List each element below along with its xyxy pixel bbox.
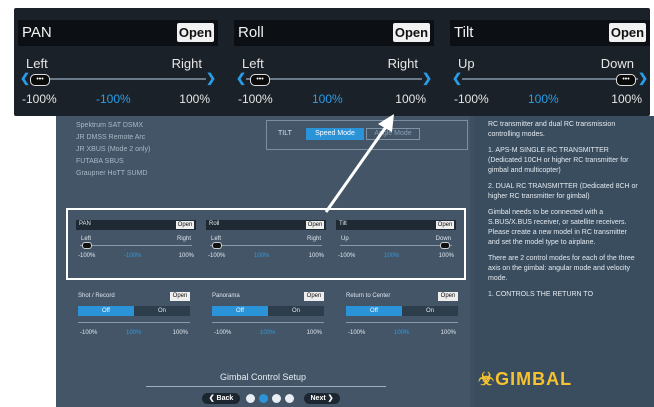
callout-arrow-shaft — [324, 123, 390, 213]
callout-arrow-icon — [324, 114, 394, 213]
